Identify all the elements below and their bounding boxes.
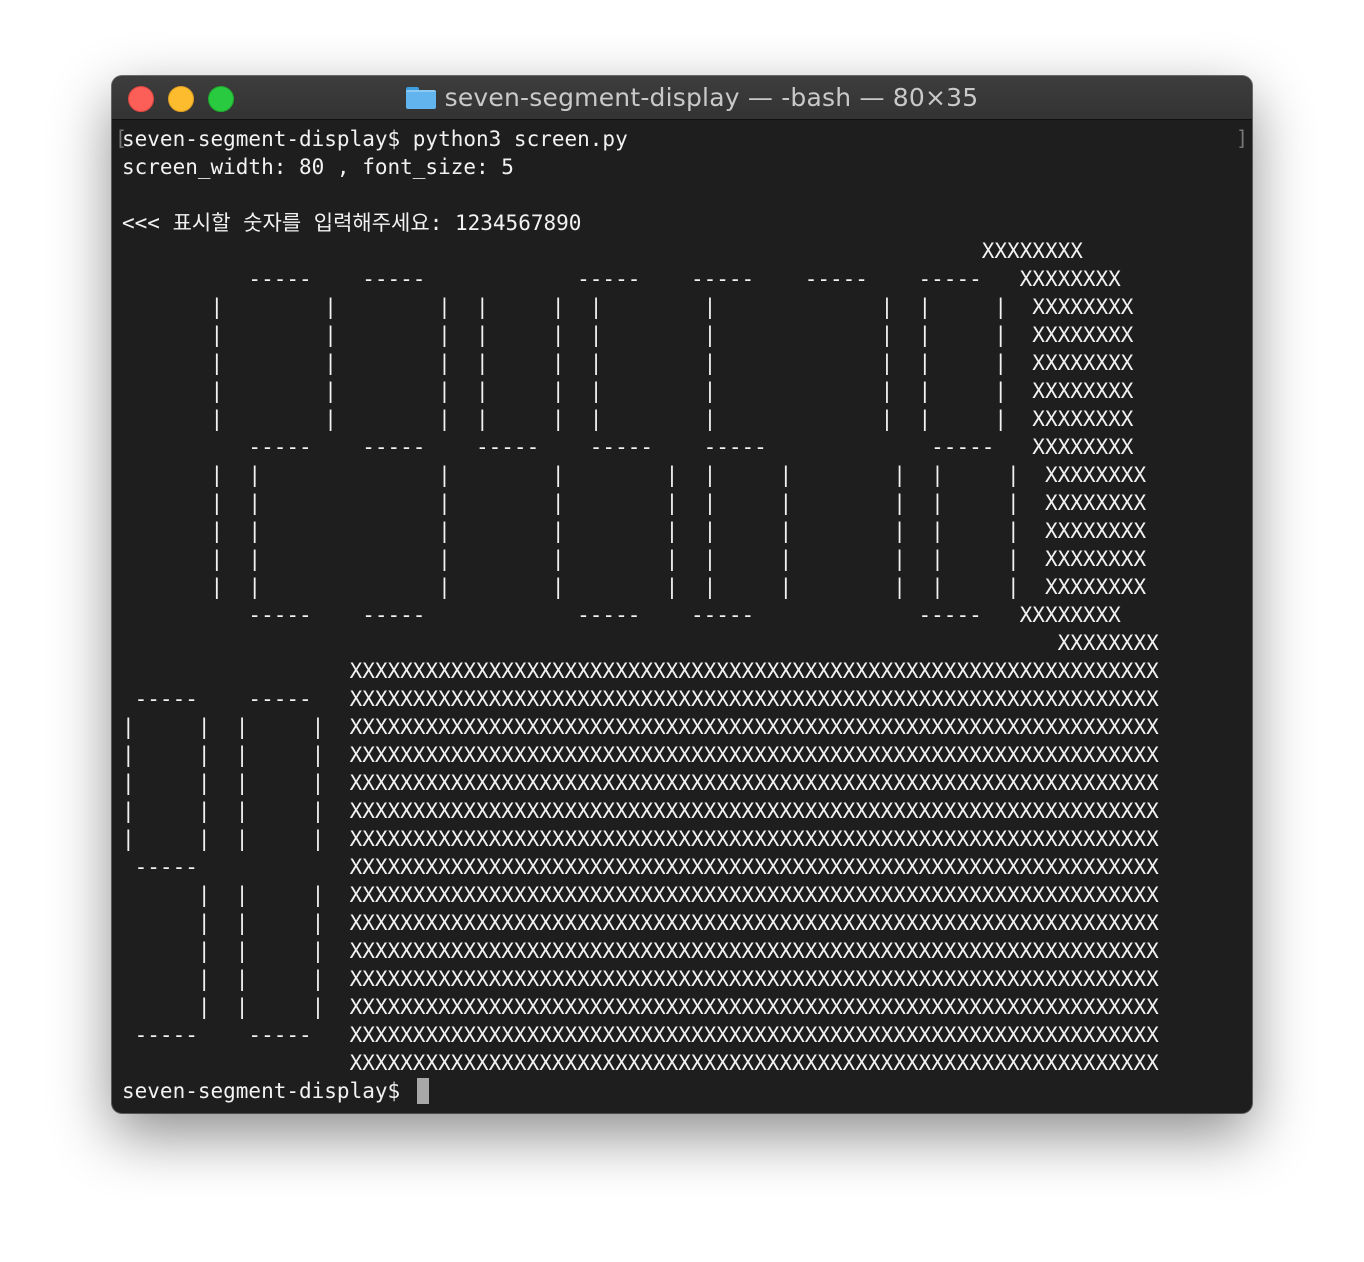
terminal-line: XXXXXXXXXXXXXXXXXXXXXXXXXXXXXXXXXXXXXXXX… (122, 1051, 1159, 1075)
terminal-line: ----- ----- XXXXXXXXXXXXXXXXXXXXXXXXXXXX… (122, 1023, 1159, 1047)
terminal-line: | | | XXXXXXXXXXXXXXXXXXXXXXXXXXXXXXXXXX… (122, 995, 1159, 1019)
terminal-line: <<< 표시할 숫자를 입력해주세요: 1234567890 (122, 211, 582, 235)
prompt-line[interactable]: seven-segment-display$ (122, 1077, 1252, 1105)
terminal-line: | | | | | | | | | | XXXXXXXX (122, 575, 1147, 599)
terminal-line: | | | XXXXXXXXXXXXXXXXXXXXXXXXXXXXXXXXXX… (122, 883, 1159, 907)
terminal-line: | | | | | | | | | | XXXXXXXX (122, 491, 1147, 515)
terminal-line: | | | | | | | | | | XXXXXXXX (122, 463, 1147, 487)
terminal-line: XXXXXXXXXXXXXXXXXXXXXXXXXXXXXXXXXXXXXXXX… (122, 659, 1159, 683)
terminal-line: screen_width: 80 , font_size: 5 (122, 155, 514, 179)
folder-icon (405, 86, 436, 109)
terminal-line: | | | | | | | | | | XXXXXXXX (122, 519, 1147, 543)
terminal-line: ----- ----- ----- ----- ----- ----- XXXX… (122, 267, 1121, 291)
window-title: seven-segment-display — -bash — 80×35 (444, 83, 979, 112)
terminal-line: | | | | XXXXXXXXXXXXXXXXXXXXXXXXXXXXXXXX… (122, 799, 1159, 823)
terminal-line: | | | | | | | | | | XXXXXXXX (122, 295, 1134, 319)
text-cursor[interactable] (416, 1078, 429, 1104)
title-bar[interactable]: seven-segment-display — -bash — 80×35 (112, 76, 1252, 120)
terminal-line: ----- XXXXXXXXXXXXXXXXXXXXXXXXXXXXXXXXXX… (122, 855, 1159, 879)
window-title-group: seven-segment-display — -bash — 80×35 (112, 76, 1252, 119)
terminal-line: | | | | XXXXXXXXXXXXXXXXXXXXXXXXXXXXXXXX… (122, 771, 1159, 795)
terminal-line: | | | | XXXXXXXXXXXXXXXXXXXXXXXXXXXXXXXX… (122, 743, 1159, 767)
terminal-line: | | | XXXXXXXXXXXXXXXXXXXXXXXXXXXXXXXXXX… (122, 939, 1159, 963)
terminal-line: XXXXXXXX (122, 631, 1159, 655)
terminal-line: | | | | | | | | | | XXXXXXXX (122, 323, 1134, 347)
terminal-line: | | | XXXXXXXXXXXXXXXXXXXXXXXXXXXXXXXXXX… (122, 967, 1159, 991)
terminal-line: | | | | | | | | | | XXXXXXXX (122, 407, 1134, 431)
terminal-window: seven-segment-display — -bash — 80×35 [ … (112, 76, 1252, 1113)
terminal-output[interactable]: seven-segment-display$ python3 screen.py… (122, 125, 1252, 1113)
prompt-text: seven-segment-display$ (122, 1079, 413, 1103)
terminal-line: ----- ----- ----- ----- ----- ----- XXXX… (122, 435, 1134, 459)
terminal-line: | | | | XXXXXXXXXXXXXXXXXXXXXXXXXXXXXXXX… (122, 715, 1159, 739)
terminal-line: XXXXXXXX (122, 239, 1083, 263)
terminal-line: ----- ----- XXXXXXXXXXXXXXXXXXXXXXXXXXXX… (122, 687, 1159, 711)
terminal-line: | | | | XXXXXXXXXXXXXXXXXXXXXXXXXXXXXXXX… (122, 827, 1159, 851)
terminal-line: | | | | | | | | | | XXXXXXXX (122, 547, 1147, 571)
terminal-line: | | | XXXXXXXXXXXXXXXXXXXXXXXXXXXXXXXXXX… (122, 911, 1159, 935)
terminal-line: ----- ----- ----- ----- ----- XXXXXXXX (122, 603, 1121, 627)
terminal-line: seven-segment-display$ python3 screen.py (122, 127, 628, 151)
terminal-line: | | | | | | | | | | XXXXXXXX (122, 351, 1134, 375)
terminal-line: | | | | | | | | | | XXXXXXXX (122, 379, 1134, 403)
